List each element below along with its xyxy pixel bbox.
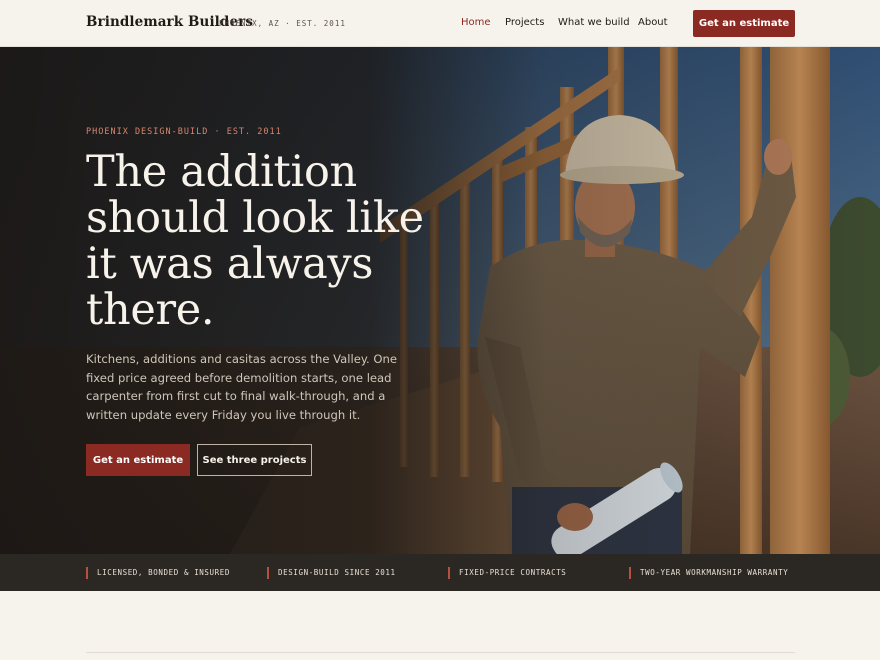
- nav-what-we-build[interactable]: What we build: [558, 17, 630, 28]
- see-projects-button[interactable]: See three projects: [197, 444, 312, 476]
- trust-item-licensed: LICENSED, BONDED & INSURED: [86, 567, 230, 579]
- trust-item-design-build: DESIGN-BUILD SINCE 2011: [267, 567, 396, 579]
- hero-headline: The addition should look like it was alw…: [86, 149, 446, 333]
- nav-about[interactable]: About: [638, 17, 668, 28]
- hero-description: Kitchens, additions and casitas across t…: [86, 352, 398, 422]
- nav-home[interactable]: Home: [461, 17, 491, 28]
- hero-eyebrow: PHOENIX DESIGN-BUILD · EST. 2011: [86, 127, 282, 137]
- headline-line: should look like: [86, 193, 424, 243]
- headline-line: it was always: [86, 239, 374, 289]
- trust-bar: LICENSED, BONDED & INSURED DESIGN-BUILD …: [0, 554, 880, 591]
- brand-meta: PHOENIX, AZ · EST. 2011: [219, 19, 346, 28]
- trust-item-warranty: TWO-YEAR WORKMANSHIP WARRANTY: [629, 567, 788, 579]
- site-header: Brindlemark Builders PHOENIX, AZ · EST. …: [0, 0, 880, 47]
- headline-line: The addition: [86, 147, 357, 197]
- headline-line: there.: [86, 285, 215, 335]
- get-estimate-button[interactable]: Get an estimate: [86, 444, 190, 476]
- hero-section: PHOENIX DESIGN-BUILD · EST. 2011 The add…: [0, 47, 880, 554]
- section-divider: [86, 652, 795, 653]
- nav-projects[interactable]: Projects: [505, 17, 544, 28]
- header-estimate-button[interactable]: Get an estimate: [693, 10, 795, 37]
- trust-item-fixed-price: FIXED-PRICE CONTRACTS: [448, 567, 566, 579]
